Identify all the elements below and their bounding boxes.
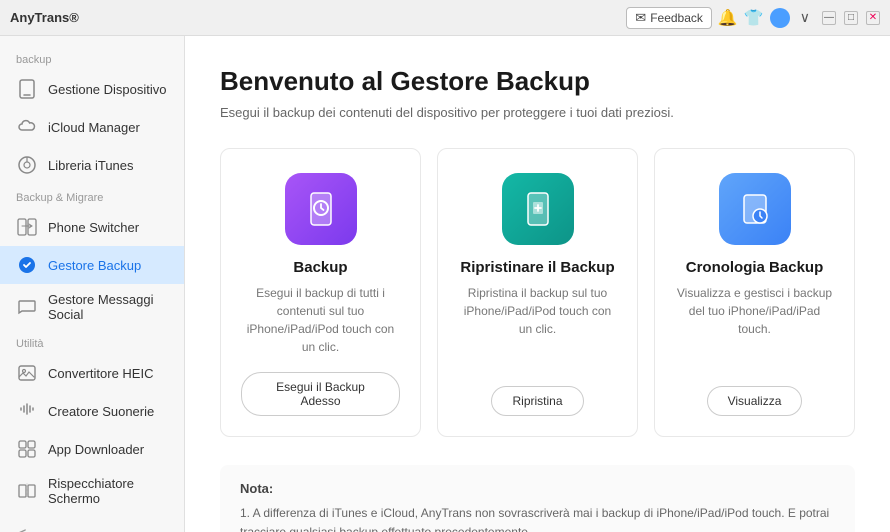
sidebar-item-rispecchiatore-label: Rispecchiatore Schermo	[48, 476, 168, 506]
maximize-button[interactable]: □	[844, 11, 858, 25]
section-label-backup: Backup & Migrare	[0, 184, 184, 208]
shirt-icon[interactable]: 👕	[744, 8, 764, 28]
messaggi-icon	[16, 296, 38, 318]
sidebar-item-app-downloader-label: App Downloader	[48, 442, 144, 457]
itunes-icon	[16, 154, 38, 176]
sidebar-item-phone-switcher[interactable]: Phone Switcher	[0, 208, 184, 246]
sidebar-item-gestione-dispositivo[interactable]: Gestione Dispositivo	[0, 70, 184, 108]
sidebar-item-suonerie[interactable]: Creatore Suonerie	[0, 392, 184, 430]
cloud-icon	[16, 116, 38, 138]
app-downloader-icon	[16, 438, 38, 460]
sidebar-collapse-button[interactable]: <	[0, 514, 184, 532]
ripristino-card: Ripristinare il Backup Ripristina il bac…	[437, 148, 638, 437]
sidebar-item-gestore-backup-label: Gestore Backup	[48, 258, 141, 273]
app-title: AnyTrans®	[10, 10, 79, 25]
device-icon	[16, 78, 38, 100]
sidebar-item-itunes-label: Libreria iTunes	[48, 158, 134, 173]
sidebar-item-messaggi[interactable]: Gestore Messaggi Social	[0, 284, 184, 330]
cronologia-card: Cronologia Backup Visualizza e gestisci …	[654, 148, 855, 437]
notes-title: Nota:	[240, 481, 835, 496]
rispecchiatore-icon	[16, 480, 38, 502]
sidebar-item-icloud[interactable]: iCloud Manager	[0, 108, 184, 146]
backup-card-title: Backup	[293, 259, 347, 276]
ripristino-card-desc: Ripristina il backup sul tuo iPhone/iPad…	[458, 284, 617, 370]
title-bar-controls: ✉ Feedback 🔔 👕 ∨ — □ ✕	[626, 7, 880, 29]
user-avatar[interactable]	[770, 8, 790, 28]
close-button[interactable]: ✕	[866, 11, 880, 25]
notes-section: Nota: 1. A differenza di iTunes e iCloud…	[220, 465, 855, 532]
main-content: Benvenuto al Gestore Backup Esegui il ba…	[185, 36, 890, 532]
mail-icon: ✉	[635, 10, 646, 26]
heic-icon	[16, 362, 38, 384]
sidebar-item-heic[interactable]: Convertitore HEIC	[0, 354, 184, 392]
page-title: Benvenuto al Gestore Backup	[220, 66, 855, 97]
sidebar-item-gestione-dispositivo-label: Gestione Dispositivo	[48, 82, 167, 97]
cards-row: Backup Esegui il backup di tutti i conte…	[220, 148, 855, 437]
phone-switcher-icon	[16, 216, 38, 238]
sidebar-item-rispecchiatore[interactable]: Rispecchiatore Schermo	[0, 468, 184, 514]
sidebar-item-icloud-label: iCloud Manager	[48, 120, 140, 135]
sidebar-item-phone-switcher-label: Phone Switcher	[48, 220, 139, 235]
sidebar-item-itunes[interactable]: Libreria iTunes	[0, 146, 184, 184]
minimize-button[interactable]: —	[822, 11, 836, 25]
cronologia-card-icon	[719, 173, 791, 245]
sidebar-item-suonerie-label: Creatore Suonerie	[48, 404, 154, 419]
cronologia-card-button[interactable]: Visualizza	[707, 386, 803, 416]
main-layout: backup Gestione Dispositivo iCloud Manag…	[0, 36, 890, 532]
cronologia-card-title: Cronologia Backup	[686, 259, 824, 276]
backup-card-button[interactable]: Esegui il Backup Adesso	[241, 372, 400, 416]
sidebar-item-gestore-backup[interactable]: Gestore Backup	[0, 246, 184, 284]
sidebar: backup Gestione Dispositivo iCloud Manag…	[0, 36, 185, 532]
bell-icon[interactable]: 🔔	[718, 8, 738, 28]
sidebar-item-messaggi-label: Gestore Messaggi Social	[48, 292, 168, 322]
backup-card: Backup Esegui il backup di tutti i conte…	[220, 148, 421, 437]
title-bar: AnyTrans® ✉ Feedback 🔔 👕 ∨ — □ ✕	[0, 0, 890, 36]
backup-card-desc: Esegui il backup di tutti i contenuti su…	[241, 284, 400, 356]
ripristino-card-button[interactable]: Ripristina	[491, 386, 583, 416]
page-subtitle: Esegui il backup dei contenuti del dispo…	[220, 105, 855, 120]
backup-card-icon	[285, 173, 357, 245]
section-label-contenuti: backup	[0, 46, 184, 70]
gestore-backup-icon	[16, 254, 38, 276]
section-label-utilita: Utilità	[0, 330, 184, 354]
cronologia-card-desc: Visualizza e gestisci i backup del tuo i…	[675, 284, 834, 370]
notes-item-1: 1. A differenza di iTunes e iCloud, AnyT…	[240, 504, 835, 532]
feedback-button[interactable]: ✉ Feedback	[626, 7, 712, 29]
sidebar-item-app-downloader[interactable]: App Downloader	[0, 430, 184, 468]
ripristino-card-title: Ripristinare il Backup	[460, 259, 614, 276]
suonerie-icon	[16, 400, 38, 422]
sidebar-item-heic-label: Convertitore HEIC	[48, 366, 153, 381]
chevron-down-btn[interactable]: ∨	[796, 7, 814, 28]
ripristino-card-icon	[502, 173, 574, 245]
feedback-label: Feedback	[650, 11, 703, 25]
